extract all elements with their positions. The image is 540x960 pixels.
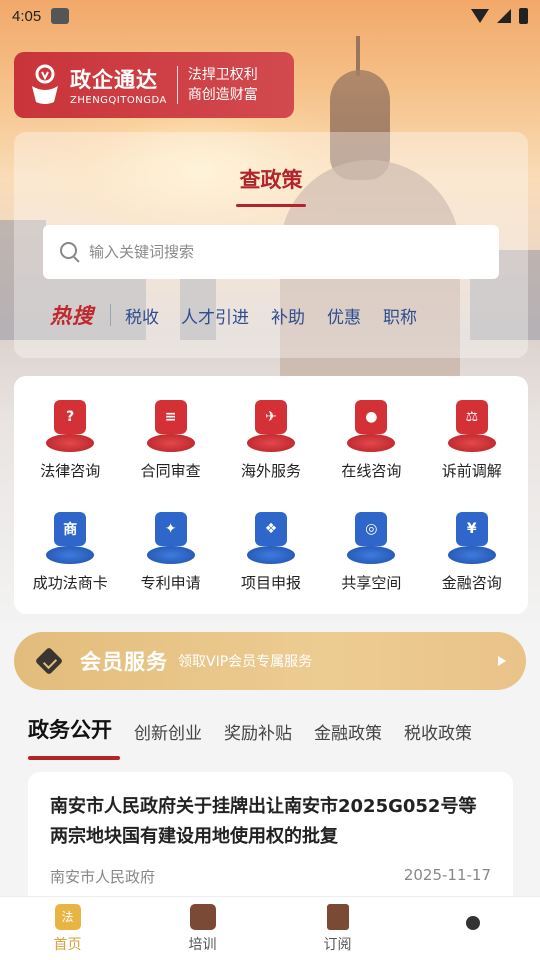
- hot-divider: [110, 304, 111, 326]
- nav-item-subscribe[interactable]: 订阅: [270, 897, 405, 960]
- law-consult-icon: ?: [40, 394, 100, 454]
- gavel-icon: ⚖: [442, 394, 502, 454]
- nav-label: 订阅: [323, 936, 352, 953]
- hot-item-title[interactable]: 职称: [383, 303, 417, 328]
- nav-item-training[interactable]: 培训: [135, 897, 270, 960]
- member-subtitle: 领取VIP会员专属服务: [178, 654, 313, 670]
- service-item[interactable]: ◎ 共享空间: [321, 506, 421, 618]
- search-box[interactable]: [43, 225, 499, 279]
- project-icon: ❖: [241, 506, 301, 566]
- service-label: 合同审查: [140, 462, 201, 480]
- app-logo-banner: 政企通达 ZHENGQITONGDA 法捍卫权利 商创造财富: [14, 52, 294, 118]
- signal-icon: [497, 9, 511, 23]
- service-label: 海外服务: [240, 462, 301, 480]
- service-item[interactable]: 商成功法商卡: [20, 506, 120, 618]
- diamond-icon: [34, 646, 64, 676]
- tab-finance-policy[interactable]: 金融政策: [314, 719, 382, 754]
- policy-title: 查政策: [239, 168, 303, 192]
- service-label: 在线咨询: [341, 462, 402, 480]
- news-tabs: 政务公开 创新创业 奖励补贴 金融政策 税收政策: [28, 714, 494, 760]
- hot-item-tax[interactable]: 税收: [125, 303, 159, 328]
- training-icon: [189, 903, 216, 930]
- search-icon: [59, 241, 81, 263]
- hot-item-talent[interactable]: 人才引进: [181, 303, 249, 328]
- hot-item-discount[interactable]: 优惠: [327, 303, 361, 328]
- logo-pinyin: ZHENGQITONGDA: [70, 95, 167, 106]
- logo-slogan-line2: 商创造财富: [187, 87, 258, 103]
- hot-item-subsidy[interactable]: 补助: [271, 303, 305, 328]
- service-item[interactable]: ❖ 项目申报: [221, 506, 321, 618]
- profile-icon: [465, 915, 480, 930]
- tab-government-affairs[interactable]: 政务公开: [28, 714, 120, 760]
- search-input[interactable]: [89, 243, 483, 261]
- service-label: 诉前调解: [441, 462, 502, 480]
- member-title: 会员服务: [80, 650, 168, 674]
- wifi-icon: [471, 9, 489, 23]
- contract-review-icon: ≡: [141, 394, 201, 454]
- service-label: 金融咨询: [441, 574, 502, 592]
- article-date: 2025-11-17: [403, 866, 491, 884]
- service-grid: ? 法律咨询 ≡ 合同审查 ✈ 海外服务 ● 在线咨询 ⚖ 诉前调解商成功法商卡 ✦ 专利申请 ❖ 项目申…: [14, 376, 528, 618]
- logo-title: 政企通达: [70, 68, 158, 92]
- article-card[interactable]: 南安市人民政府关于挂牌出让南安市2025G052号等两宗地块国有建设用地使用权的…: [28, 772, 513, 912]
- service-label: 项目申报: [240, 574, 301, 592]
- tab-innovation[interactable]: 创新创业: [134, 719, 202, 754]
- nav-label: 培训: [188, 936, 217, 953]
- service-item[interactable]: ¥ 金融咨询: [422, 506, 522, 618]
- service-label: 专利申请: [140, 574, 201, 592]
- online-consult-icon: ●: [341, 394, 401, 454]
- nav-item-profile[interactable]: [405, 897, 540, 960]
- finance-icon: ¥: [442, 506, 502, 566]
- status-time: 4:05: [12, 7, 42, 25]
- service-item[interactable]: ? 法律咨询: [20, 394, 120, 506]
- hot-search-row: 热搜 税收 人才引进 补助 优惠 职称: [50, 300, 439, 330]
- service-grid-card: ? 法律咨询 ≡ 合同审查 ✈ 海外服务 ● 在线咨询 ⚖ 诉前调解商成功法商卡 ✦ 专利申请 ❖ 项目申…: [14, 376, 528, 614]
- nav-label: 首页: [53, 936, 82, 953]
- subscribe-icon: [326, 903, 349, 930]
- status-bar: 4:05: [0, 0, 540, 32]
- service-item[interactable]: ✦ 专利申请: [120, 506, 220, 618]
- merchant-card-icon: 商: [40, 506, 100, 566]
- play-arrow-icon: [498, 656, 506, 666]
- service-item[interactable]: ● 在线咨询: [321, 394, 421, 506]
- tab-tax-policy[interactable]: 税收政策: [404, 719, 472, 754]
- patent-icon: ✦: [141, 506, 201, 566]
- logo-slogan-line1: 法捍卫权利: [187, 67, 258, 83]
- nav-item-home[interactable]: 首页: [0, 897, 135, 960]
- service-item[interactable]: ⚖ 诉前调解: [422, 394, 522, 506]
- service-label: 共享空间: [341, 574, 402, 592]
- policy-search-card: 查政策 热搜 税收 人才引进 补助 优惠 职称: [14, 132, 528, 358]
- tab-rewards[interactable]: 奖励补贴: [224, 719, 292, 754]
- active-tab-underline: [28, 756, 120, 760]
- bottom-navigation: 首页 培训 订阅: [0, 896, 540, 960]
- logo-emblem-icon: [26, 62, 64, 108]
- overseas-plane-icon: ✈: [241, 394, 301, 454]
- service-item[interactable]: ✈ 海外服务: [221, 394, 321, 506]
- policy-title-underline: [236, 204, 306, 207]
- service-label: 法律咨询: [40, 462, 101, 480]
- service-label: 成功法商卡: [32, 574, 108, 592]
- home-icon: [54, 903, 81, 930]
- shared-space-icon: ◎: [341, 506, 401, 566]
- member-service-banner[interactable]: 会员服务 领取VIP会员专属服务: [14, 632, 526, 690]
- battery-icon: [519, 8, 528, 24]
- hot-search-label: 热搜: [50, 304, 94, 328]
- article-source: 南安市人民政府: [50, 868, 156, 886]
- article-title: 南安市人民政府关于挂牌出让南安市2025G052号等两宗地块国有建设用地使用权的…: [50, 796, 477, 847]
- notification-icon: [51, 8, 70, 24]
- logo-divider: [176, 66, 178, 104]
- service-item[interactable]: ≡ 合同审查: [120, 394, 220, 506]
